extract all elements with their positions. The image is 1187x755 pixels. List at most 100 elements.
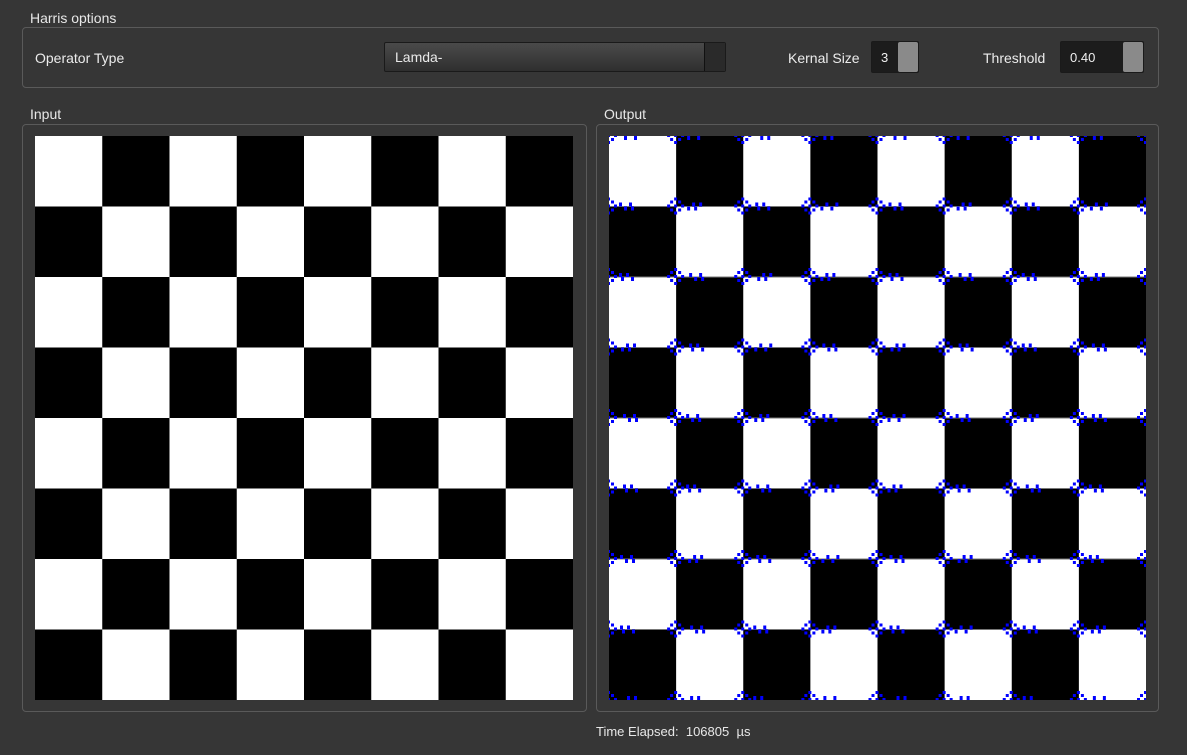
- checker-square: [609, 277, 677, 348]
- checker-square: [1078, 559, 1147, 630]
- checker-square: [743, 347, 811, 419]
- checker-square: [609, 136, 677, 207]
- checker-square: [1078, 629, 1147, 701]
- operator-type-label: Operator Type: [35, 50, 125, 66]
- checker-square: [236, 559, 305, 630]
- checker-square: [371, 347, 439, 419]
- kernel-size-spinbox[interactable]: 3: [871, 41, 919, 73]
- checker-square: [438, 136, 507, 207]
- checker-square: [944, 418, 1013, 489]
- checker-square: [1011, 488, 1080, 560]
- checker-square: [1078, 277, 1147, 348]
- checker-square: [1078, 347, 1147, 419]
- checker-square: [743, 136, 811, 207]
- time-elapsed-value: 106805: [685, 724, 730, 739]
- checker-square: [236, 629, 305, 701]
- checker-square: [102, 206, 170, 278]
- checker-square: [438, 277, 507, 348]
- checker-square: [169, 559, 238, 630]
- checker-square: [304, 277, 372, 348]
- kernel-size-stepper[interactable]: [898, 42, 918, 72]
- checker-square: [505, 347, 574, 419]
- threshold-spinbox[interactable]: 0.40: [1060, 41, 1144, 73]
- checker-square: [1011, 629, 1080, 701]
- time-elapsed-unit: µs: [736, 724, 751, 739]
- checker-square: [236, 347, 305, 419]
- checker-square: [169, 136, 238, 207]
- checker-square: [35, 488, 103, 560]
- checker-square: [877, 347, 946, 419]
- checker-square: [169, 347, 238, 419]
- checker-square: [304, 418, 372, 489]
- checker-square: [371, 418, 439, 489]
- checker-square: [371, 206, 439, 278]
- checker-square: [944, 629, 1013, 701]
- checker-square: [1011, 347, 1080, 419]
- checker-square: [743, 488, 811, 560]
- checker-square: [35, 559, 103, 630]
- checker-square: [169, 206, 238, 278]
- checker-square: [304, 347, 372, 419]
- checker-square: [236, 206, 305, 278]
- checker-square: [371, 277, 439, 348]
- checker-square: [35, 206, 103, 278]
- checker-square: [35, 136, 103, 207]
- checker-square: [438, 347, 507, 419]
- checker-square: [877, 418, 946, 489]
- threshold-stepper[interactable]: [1123, 42, 1143, 72]
- output-title: Output: [604, 106, 647, 122]
- checker-square: [505, 418, 574, 489]
- checker-square: [371, 136, 439, 207]
- checker-square: [676, 559, 744, 630]
- checker-square: [810, 277, 878, 348]
- checker-square: [169, 418, 238, 489]
- checker-square: [236, 136, 305, 207]
- checker-square: [102, 418, 170, 489]
- checker-square: [102, 488, 170, 560]
- checker-square: [236, 418, 305, 489]
- operator-type-combobox[interactable]: Lamda-: [384, 42, 726, 72]
- checker-square: [1078, 418, 1147, 489]
- input-checkerboard-image: [35, 136, 574, 701]
- checker-square: [438, 206, 507, 278]
- checker-square: [944, 277, 1013, 348]
- checker-square: [304, 629, 372, 701]
- checker-square: [676, 206, 744, 278]
- checker-square: [944, 559, 1013, 630]
- checker-square: [35, 629, 103, 701]
- checker-square: [609, 347, 677, 419]
- checker-square: [438, 418, 507, 489]
- checker-square: [102, 136, 170, 207]
- checker-square: [236, 277, 305, 348]
- checker-square: [810, 136, 878, 207]
- checker-square: [810, 206, 878, 278]
- checker-square: [743, 559, 811, 630]
- checker-square: [944, 488, 1013, 560]
- checker-square: [1011, 277, 1080, 348]
- kernel-size-value: 3: [881, 50, 889, 65]
- checker-square: [810, 347, 878, 419]
- checker-square: [438, 629, 507, 701]
- time-elapsed-status: Time Elapsed: 106805 µs: [596, 724, 750, 739]
- checker-square: [877, 629, 946, 701]
- chevron-down-icon[interactable]: [704, 43, 725, 71]
- checker-square: [944, 347, 1013, 419]
- time-elapsed-label: Time Elapsed:: [596, 724, 679, 739]
- checker-square: [236, 488, 305, 560]
- checker-square: [304, 206, 372, 278]
- checker-square: [944, 136, 1013, 207]
- checkerboard-svg: [35, 136, 574, 701]
- checker-square: [1011, 418, 1080, 489]
- checker-square: [1078, 136, 1147, 207]
- checker-square: [1078, 206, 1147, 278]
- checker-square: [35, 277, 103, 348]
- checker-square: [743, 418, 811, 489]
- checker-square: [304, 488, 372, 560]
- checker-square: [102, 559, 170, 630]
- checker-square: [371, 629, 439, 701]
- checker-square: [169, 277, 238, 348]
- checker-square: [1078, 488, 1147, 560]
- checker-square: [810, 559, 878, 630]
- harris-options-title: Harris options: [30, 10, 117, 26]
- checker-square: [609, 559, 677, 630]
